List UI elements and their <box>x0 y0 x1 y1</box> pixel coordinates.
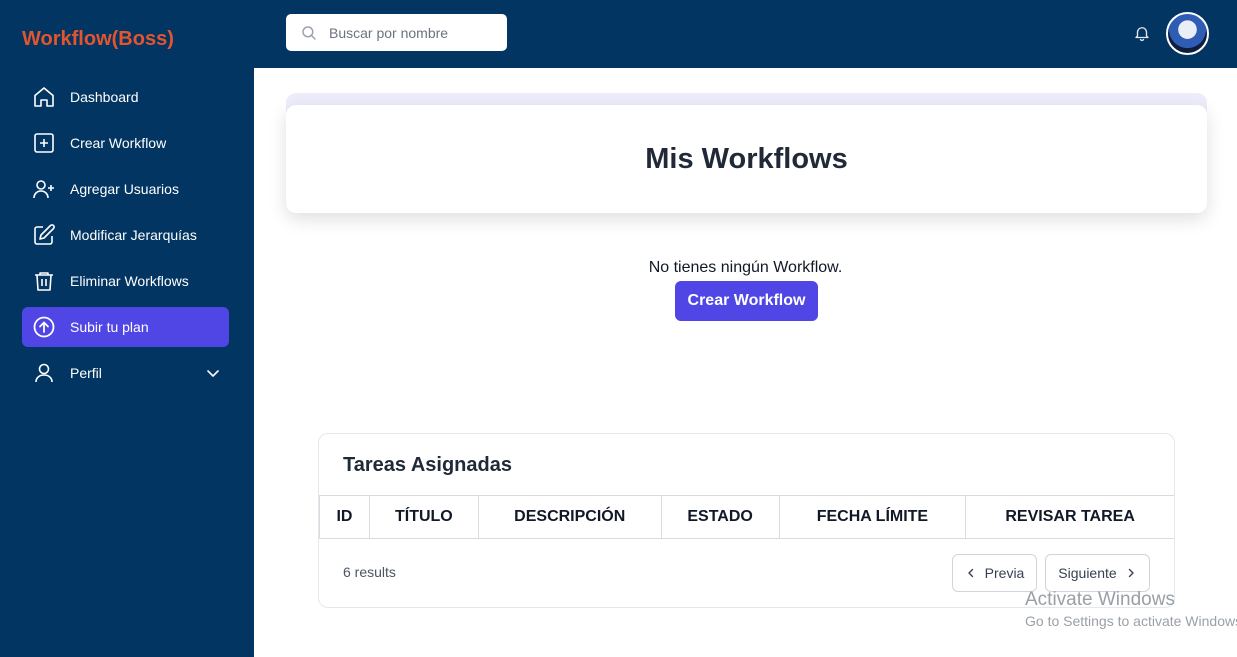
next-page-button[interactable]: Siguiente <box>1045 554 1150 592</box>
table-header-row: ID TÍTULO DESCRIPCIÓN ESTADO FECHA LÍMIT… <box>319 495 1174 539</box>
previous-page-button[interactable]: Previa <box>952 554 1037 592</box>
column-header-revisar-tarea[interactable]: REVISAR TAREA <box>965 495 1174 539</box>
user-plus-icon <box>32 177 56 201</box>
sidebar-item-agregar-usuarios[interactable]: Agregar Usuarios <box>22 169 229 209</box>
sidebar-item-dashboard[interactable]: Dashboard <box>22 77 229 117</box>
previous-label: Previa <box>984 565 1025 581</box>
title-card: Mis Workflows <box>286 105 1207 213</box>
column-header-id[interactable]: ID <box>319 495 370 539</box>
plus-square-icon <box>32 131 56 155</box>
sidebar-item-label: Perfil <box>70 365 102 381</box>
avatar[interactable] <box>1166 12 1209 55</box>
search-input[interactable] <box>329 24 499 41</box>
main-content: Mis Workflows No tienes ningún Workflow.… <box>254 68 1237 657</box>
home-icon <box>32 85 56 109</box>
trash-icon <box>32 269 56 293</box>
search-box[interactable] <box>286 14 507 51</box>
watermark-title: Activate Windows <box>1025 589 1175 610</box>
sidebar-item-label: Agregar Usuarios <box>70 181 179 197</box>
brand-logo[interactable]: Workflow(Boss) <box>22 28 174 51</box>
tasks-title: Tareas Asignadas <box>343 454 512 476</box>
column-header-fecha-limite[interactable]: FECHA LÍMITE <box>778 495 967 539</box>
bell-icon[interactable] <box>1133 24 1151 42</box>
chevron-down-icon[interactable] <box>205 365 221 381</box>
sidebar-item-label: Modificar Jerarquías <box>70 227 197 243</box>
sidebar-nav: Dashboard Crear Workflow Agregar Usuario… <box>22 77 229 399</box>
sidebar-item-label: Eliminar Workflows <box>70 273 189 289</box>
upload-circle-icon <box>32 315 56 339</box>
create-workflow-button[interactable]: Crear Workflow <box>675 281 818 321</box>
sidebar-item-label: Subir tu plan <box>70 319 149 335</box>
sidebar-item-label: Crear Workflow <box>70 135 167 151</box>
tasks-card: Tareas Asignadas ID TÍTULO DESCRIPCIÓN E… <box>318 433 1175 608</box>
column-header-titulo[interactable]: TÍTULO <box>368 495 479 539</box>
sidebar-item-subir-tu-plan[interactable]: Subir tu plan <box>22 307 229 347</box>
sidebar-item-perfil[interactable]: Perfil <box>22 353 229 393</box>
chevron-left-icon <box>967 568 973 578</box>
column-header-estado[interactable]: ESTADO <box>660 495 780 539</box>
column-header-descripcion[interactable]: DESCRIPCIÓN <box>477 495 662 539</box>
user-icon <box>32 361 56 385</box>
sidebar-item-eliminar-workflows[interactable]: Eliminar Workflows <box>22 261 229 301</box>
chevron-right-icon <box>1128 568 1134 578</box>
sidebar: Workflow(Boss) Dashboard Crear Workflow … <box>0 0 254 657</box>
empty-state-message: No tienes ningún Workflow. <box>648 259 843 276</box>
results-count: 6 results <box>343 564 396 580</box>
watermark-subtitle: Go to Settings to activate Windows. <box>1025 613 1237 629</box>
search-icon <box>302 25 316 40</box>
next-label: Siguiente <box>1058 565 1117 581</box>
page-title: Mis Workflows <box>645 142 848 175</box>
windows-activation-watermark: Activate Windows Go to Settings to activ… <box>1025 589 1237 629</box>
top-bar <box>254 0 1237 68</box>
sidebar-item-modificar-jerarquias[interactable]: Modificar Jerarquías <box>22 215 229 255</box>
edit-icon <box>32 223 56 247</box>
tasks-table: ID TÍTULO DESCRIPCIÓN ESTADO FECHA LÍMIT… <box>319 495 1174 539</box>
sidebar-item-crear-workflow[interactable]: Crear Workflow <box>22 123 229 163</box>
sidebar-item-label: Dashboard <box>70 89 139 105</box>
